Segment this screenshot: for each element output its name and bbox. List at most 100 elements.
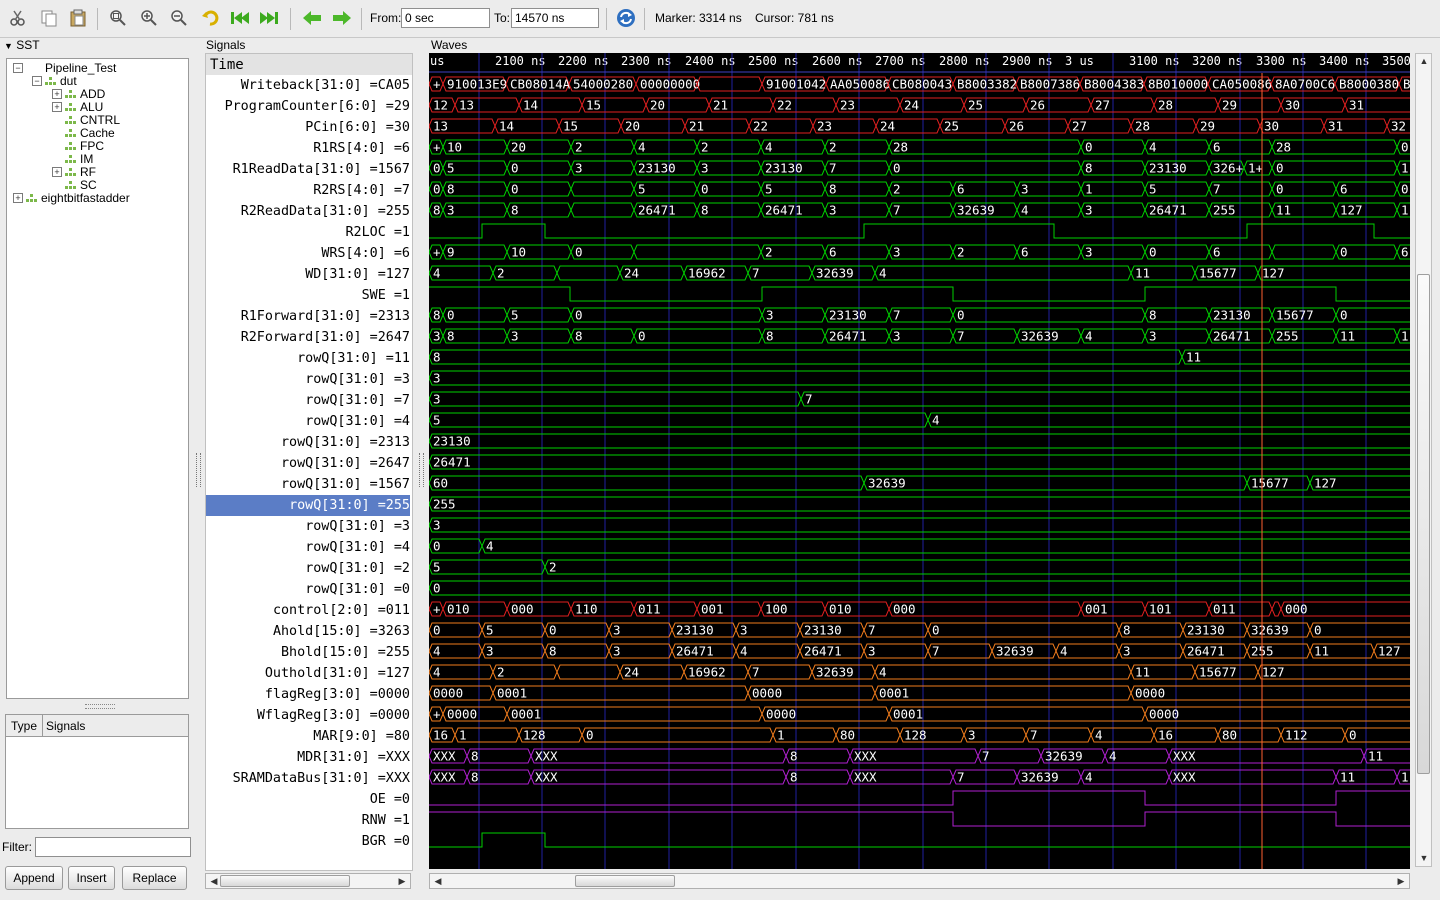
tree-node[interactable]: CNTRL <box>7 113 187 127</box>
signal-row[interactable]: Ahold[15:0] =3263 <box>206 621 410 642</box>
timeline-label: 2700 ns <box>875 54 926 68</box>
collapse-icon[interactable]: − <box>32 76 42 86</box>
signal-row[interactable]: rowQ[31:0] =255 <box>206 495 410 516</box>
signal-row[interactable]: BGR =0 <box>206 831 410 852</box>
reload-icon[interactable] <box>615 7 637 29</box>
bus-value: CA050086 <box>1212 77 1272 92</box>
signal-row[interactable]: control[2:0] =011 <box>206 600 410 621</box>
tree-node[interactable]: Cache <box>7 126 187 140</box>
signal-row[interactable]: RNW =1 <box>206 810 410 831</box>
replace-button[interactable]: Replace <box>122 866 187 890</box>
bus-value: 23130 <box>804 623 842 638</box>
scroll-right-icon[interactable]: ▶ <box>395 874 409 888</box>
scroll-thumb[interactable] <box>575 875 675 887</box>
signal-row[interactable]: rowQ[31:0] =7 <box>206 390 410 411</box>
pane-splitter[interactable] <box>196 453 201 487</box>
scroll-right-icon[interactable]: ▶ <box>1394 874 1408 888</box>
signal-row[interactable]: WflagReg[3:0] =0000 <box>206 705 410 726</box>
paste-icon[interactable] <box>67 7 89 29</box>
signal-row[interactable]: ProgramCounter[6:0] =29 <box>206 96 410 117</box>
tree-node[interactable]: IM <box>7 152 187 166</box>
tree-node[interactable]: SC <box>7 178 187 192</box>
expand-icon[interactable]: + <box>52 102 62 112</box>
signal-row[interactable]: flagReg[3:0] =0000 <box>206 684 410 705</box>
signal-row[interactable]: rowQ[31:0] =4 <box>206 537 410 558</box>
signal-row[interactable]: rowQ[31:0] =1567 <box>206 474 410 495</box>
signal-row[interactable]: Writeback[31:0] =CA05 <box>206 75 410 96</box>
signal-row[interactable]: R1RS[4:0] =6 <box>206 138 410 159</box>
signal-row[interactable]: rowQ[31:0] =3 <box>206 516 410 537</box>
expand-icon[interactable]: + <box>52 89 62 99</box>
signal-row[interactable]: R1Forward[31:0] =2313 <box>206 306 410 327</box>
tree-node[interactable]: + ADD <box>7 87 187 101</box>
back-icon[interactable] <box>301 7 323 29</box>
tree-node[interactable]: + RF <box>7 165 187 179</box>
signal-row[interactable]: SWE =1 <box>206 285 410 306</box>
filter-input[interactable] <box>35 837 191 857</box>
signal-row[interactable]: rowQ[31:0] =2313 <box>206 432 410 453</box>
collapse-icon[interactable]: − <box>13 63 23 73</box>
scroll-down-icon[interactable]: ▼ <box>1417 851 1431 865</box>
bus-segment <box>927 412 1410 428</box>
signal-row[interactable]: MDR[31:0] =XXX <box>206 747 410 768</box>
append-button[interactable]: Append <box>5 866 63 890</box>
waveform-canvas[interactable]: us 2100 ns 2200 ns 2300 ns 2400 ns 2500 ns 260… <box>429 53 1410 869</box>
signal-row[interactable]: R2LOC =1 <box>206 222 411 243</box>
insert-button[interactable]: Insert <box>68 866 115 890</box>
signal-row[interactable]: Outhold[31:0] =127 <box>206 663 410 684</box>
scroll-left-icon[interactable]: ◀ <box>207 874 221 888</box>
tree-node[interactable]: FPC <box>7 139 187 153</box>
signal-row[interactable]: rowQ[31:0] =2 <box>206 558 410 579</box>
from-input[interactable] <box>401 8 490 28</box>
type-signals-table[interactable]: Type Signals <box>5 714 189 829</box>
to-input[interactable] <box>511 8 599 28</box>
zoom-out-icon[interactable] <box>168 7 190 29</box>
waves-vscrollbar[interactable]: ▲ ▼ <box>1415 53 1432 867</box>
signal-row[interactable]: rowQ[31:0] =0 <box>206 579 410 600</box>
signal-row[interactable]: R2ReadData[31:0] =255 <box>206 201 410 222</box>
splitter-handle[interactable] <box>85 704 115 709</box>
sst-header[interactable]: ▼ SST <box>4 38 40 52</box>
last-icon[interactable] <box>258 7 280 29</box>
sst-tree[interactable]: − Pipeline_Test − dut + ADD + ALU CNTRL Cache FPC I… <box>6 58 189 699</box>
bus-value: 16 <box>1158 728 1173 743</box>
signal-row[interactable]: rowQ[31:0] =4 <box>206 411 410 432</box>
tree-node[interactable]: + eightbitfastadder <box>7 191 187 205</box>
signal-row[interactable]: R2Forward[31:0] =2647 <box>206 327 410 348</box>
signal-row[interactable]: OE =0 <box>206 789 410 810</box>
scroll-thumb[interactable] <box>220 875 350 887</box>
zoom-in-icon[interactable] <box>138 7 160 29</box>
cut-icon[interactable] <box>7 7 29 29</box>
signal-row[interactable]: rowQ[31:0] =2647 <box>206 453 410 474</box>
zoom-fit-icon[interactable] <box>107 7 129 29</box>
pane-splitter[interactable] <box>419 453 424 487</box>
undo-icon[interactable] <box>199 7 221 29</box>
forward-icon[interactable] <box>331 7 353 29</box>
tree-node[interactable]: − dut <box>7 74 187 88</box>
bus-value: 4 <box>1085 329 1093 344</box>
tree-node[interactable]: + ALU <box>7 100 187 114</box>
signal-row[interactable]: SRAMDataBus[31:0] =XXX <box>206 768 410 789</box>
signal-row[interactable]: rowQ[31:0] =11 <box>206 348 410 369</box>
type-column[interactable]: Type <box>11 719 37 733</box>
copy-icon[interactable] <box>38 7 60 29</box>
signal-row[interactable]: rowQ[31:0] =3 <box>206 369 410 390</box>
scroll-thumb[interactable] <box>1417 274 1430 774</box>
signal-row[interactable]: PCin[6:0] =30 <box>206 117 410 138</box>
signal-row[interactable]: Bhold[15:0] =255 <box>206 642 410 663</box>
scroll-up-icon[interactable]: ▲ <box>1417 54 1431 68</box>
signals-column[interactable]: Signals <box>46 719 85 733</box>
expand-icon[interactable]: + <box>52 167 62 177</box>
tree-node[interactable]: − Pipeline_Test <box>7 61 187 75</box>
signal-row[interactable]: MAR[9:0] =80 <box>206 726 410 747</box>
signal-row[interactable]: WRS[4:0] =6 <box>206 243 410 264</box>
waves-hscrollbar[interactable]: ◀ ▶ <box>429 873 1410 889</box>
signals-hscrollbar[interactable]: ◀ ▶ <box>205 873 411 889</box>
signals-list[interactable]: Time Writeback[31:0] =CA05 ProgramCounter… <box>205 53 413 871</box>
signal-row[interactable]: WD[31:0] =127 <box>206 264 410 285</box>
scroll-left-icon[interactable]: ◀ <box>431 874 445 888</box>
first-icon[interactable] <box>229 7 251 29</box>
expand-icon[interactable]: + <box>13 193 23 203</box>
signal-row[interactable]: R2RS[4:0] =7 <box>206 180 410 201</box>
signal-row[interactable]: R1ReadData[31:0] =1567 <box>206 159 410 180</box>
